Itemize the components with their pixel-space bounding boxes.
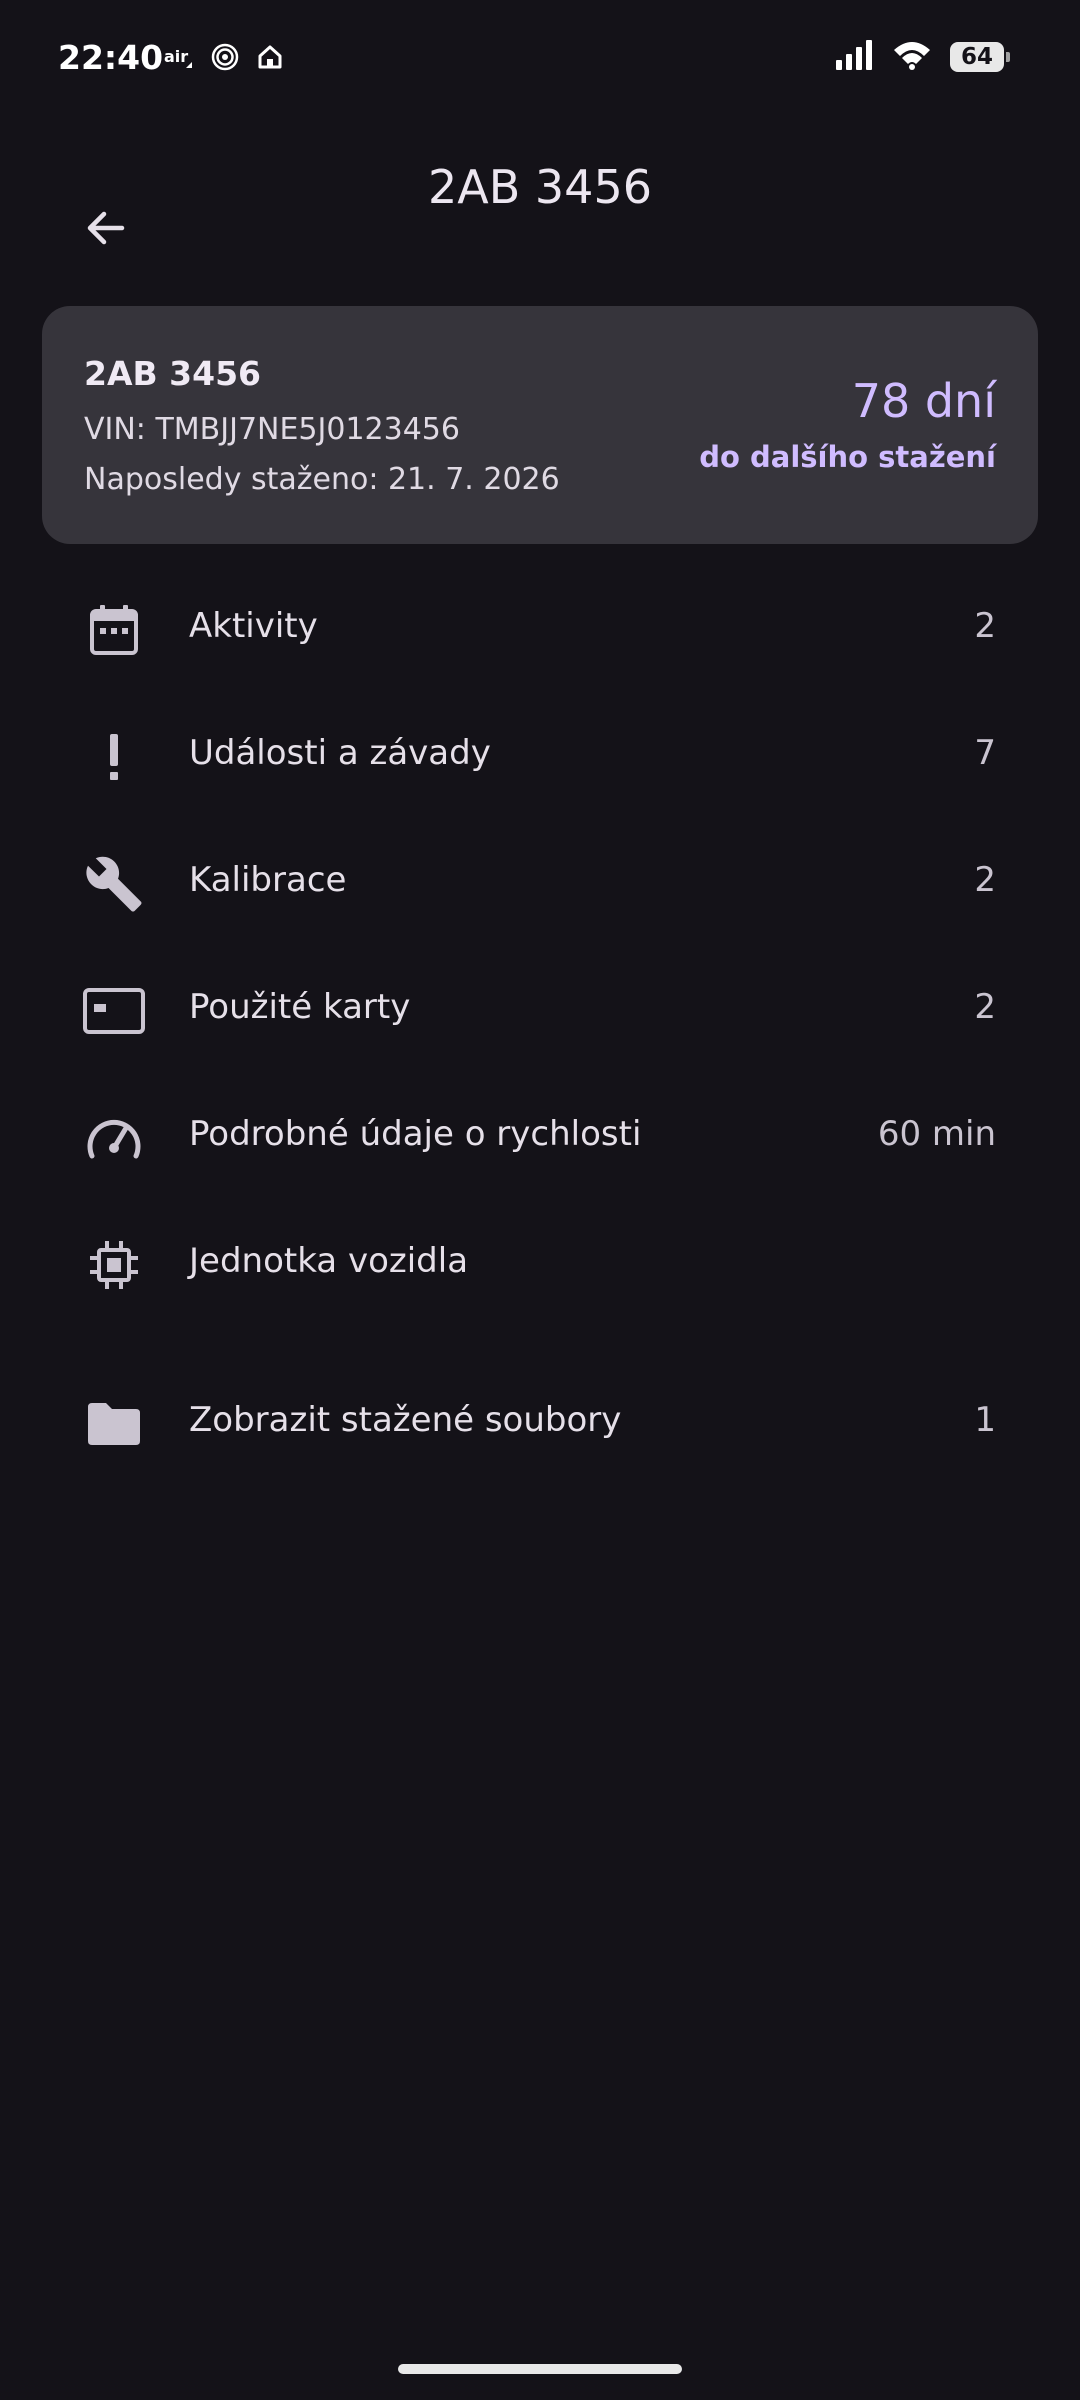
menu-item-label: Aktivity xyxy=(189,606,318,646)
calendar-icon xyxy=(78,594,150,666)
menu-item-count: 2 xyxy=(974,860,996,900)
menu-item-count: 2 xyxy=(974,606,996,646)
menu-item-label: Jednotka vozidla xyxy=(189,1241,469,1281)
vehicle-last-download: Naposledy staženo: 21. 7. 2026 xyxy=(84,462,560,497)
exclamation-icon xyxy=(78,721,150,793)
menu-item-zobrazit-stazene-soubory[interactable]: Zobrazit stažené soubory 1 xyxy=(0,1360,1080,1486)
signal-icon xyxy=(836,40,874,74)
status-bar: 22:40 air 64 xyxy=(0,0,1080,118)
status-right-icons: 64 xyxy=(836,40,1010,74)
battery-icon: 64 xyxy=(950,42,1010,72)
folder-icon xyxy=(78,1388,150,1460)
air-icon: air xyxy=(164,44,194,70)
menu-item-count: 1 xyxy=(974,1400,996,1440)
vehicle-plate: 2AB 3456 xyxy=(84,354,261,393)
menu-item-label: Podrobné údaje o rychlosti xyxy=(189,1114,642,1154)
menu-item-udalosti-a-zavady[interactable]: Události a závady 7 xyxy=(0,693,1080,819)
status-left-icons: air xyxy=(164,42,284,72)
days-until-download: 78 dní xyxy=(851,374,996,428)
menu-item-count: 2 xyxy=(974,987,996,1027)
svg-text:air: air xyxy=(164,47,188,66)
page-title: 2AB 3456 xyxy=(428,160,652,214)
menu-item-aktivity[interactable]: Aktivity 2 xyxy=(0,566,1080,692)
status-time: 22:40 xyxy=(58,38,164,77)
vehicle-vin: VIN: TMBJJ7NE5J0123456 xyxy=(84,412,460,447)
menu-item-podrobne-udaje-o-rychlosti[interactable]: Podrobné údaje o rychlosti 60 min xyxy=(0,1074,1080,1200)
menu-item-count: 7 xyxy=(974,733,996,773)
target-icon xyxy=(210,42,240,72)
wrench-icon xyxy=(78,848,150,920)
menu-item-label: Zobrazit stažené soubory xyxy=(189,1400,622,1440)
menu-item-count: 60 min xyxy=(877,1114,996,1154)
days-until-download-caption: do dalšího stažení xyxy=(699,440,996,474)
home-indicator[interactable] xyxy=(398,2364,682,2374)
menu-item-jednotka-vozidla[interactable]: Jednotka vozidla xyxy=(0,1201,1080,1327)
menu-item-pouzite-karty[interactable]: Použité karty 2 xyxy=(0,947,1080,1073)
vehicle-card: 2AB 3456 VIN: TMBJJ7NE5J0123456 Naposled… xyxy=(42,306,1038,544)
menu-item-label: Použité karty xyxy=(189,987,411,1027)
menu-item-label: Události a závady xyxy=(189,733,491,773)
wifi-icon xyxy=(892,40,932,74)
chip-icon xyxy=(78,1229,150,1301)
card-icon xyxy=(78,975,150,1047)
speedometer-icon xyxy=(78,1102,150,1174)
home-icon xyxy=(256,43,284,71)
menu-item-kalibrace[interactable]: Kalibrace 2 xyxy=(0,820,1080,946)
menu-item-label: Kalibrace xyxy=(189,860,347,900)
